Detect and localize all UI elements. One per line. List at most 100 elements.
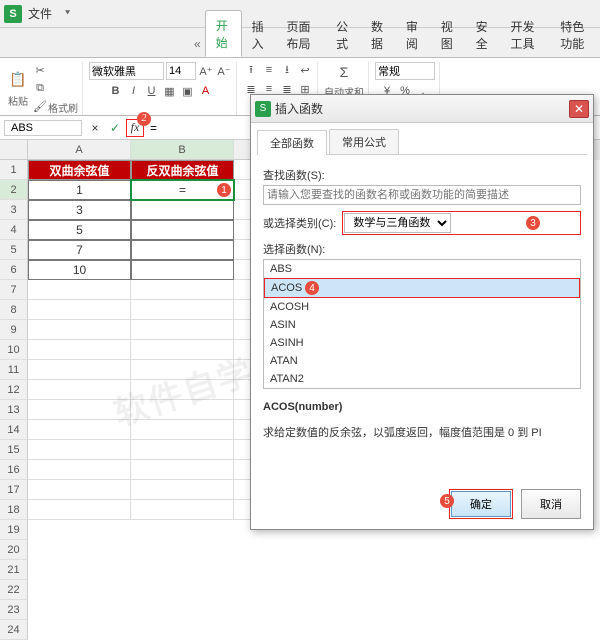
function-item[interactable]: ACOSH — [264, 298, 580, 316]
decrease-font-icon[interactable]: A⁻ — [216, 63, 232, 79]
cell[interactable] — [28, 340, 131, 360]
ok-button[interactable]: 确定 — [451, 491, 511, 517]
tab-formula[interactable]: 公式 — [326, 12, 361, 57]
bold-icon[interactable]: B — [108, 83, 124, 99]
tab-security[interactable]: 安全 — [466, 12, 501, 57]
function-item-selected[interactable]: ACOS — [264, 278, 580, 298]
function-item[interactable]: ASINH — [264, 334, 580, 352]
wrap-text-icon[interactable]: ↩ — [297, 62, 313, 78]
cell[interactable]: 反双曲余弦值 — [131, 160, 234, 180]
increase-font-icon[interactable]: A⁺ — [198, 63, 214, 79]
dialog-titlebar[interactable]: S 插入函数 ✕ — [251, 95, 593, 123]
menu-file[interactable]: 文件 — [22, 5, 58, 22]
cell[interactable] — [28, 420, 131, 440]
tab-layout[interactable]: 页面布局 — [276, 12, 326, 57]
align-top-icon[interactable]: ⭱ — [243, 62, 259, 78]
cell[interactable] — [131, 380, 234, 400]
cell[interactable] — [131, 460, 234, 480]
row-header[interactable]: 10 — [0, 340, 28, 360]
font-size-select[interactable] — [166, 62, 196, 80]
cell[interactable] — [28, 500, 131, 520]
row-header[interactable]: 13 — [0, 400, 28, 420]
font-color-icon[interactable]: A — [198, 83, 214, 99]
tab-view[interactable]: 视图 — [431, 12, 466, 57]
row-header[interactable]: 16 — [0, 460, 28, 480]
row-header[interactable]: 5 — [0, 240, 28, 260]
name-box[interactable] — [4, 120, 82, 136]
row-header[interactable]: 21 — [0, 560, 28, 580]
cell[interactable] — [131, 240, 234, 260]
italic-icon[interactable]: I — [126, 83, 142, 99]
row-header[interactable]: 18 — [0, 500, 28, 520]
formula-cancel-icon[interactable]: × — [86, 119, 104, 137]
cell[interactable] — [28, 380, 131, 400]
row-header[interactable]: 23 — [0, 600, 28, 620]
font-name-select[interactable] — [89, 62, 164, 80]
cell[interactable]: 双曲余弦值 — [28, 160, 131, 180]
row-header[interactable]: 9 — [0, 320, 28, 340]
cell[interactable] — [131, 400, 234, 420]
cell[interactable] — [131, 500, 234, 520]
fill-color-icon[interactable]: ▣ — [180, 83, 196, 99]
select-all-corner[interactable] — [0, 140, 28, 160]
cell[interactable]: 7 — [28, 240, 131, 260]
formula-accept-icon[interactable]: ✓ — [106, 119, 124, 137]
col-header[interactable]: A — [28, 140, 131, 160]
row-header[interactable]: 17 — [0, 480, 28, 500]
row-header[interactable]: 22 — [0, 580, 28, 600]
cancel-button[interactable]: 取消 — [521, 489, 581, 519]
cell[interactable]: 3 — [28, 200, 131, 220]
underline-icon[interactable]: U — [144, 83, 160, 99]
dialog-tab-common[interactable]: 常用公式 — [329, 129, 399, 154]
cell[interactable] — [131, 320, 234, 340]
number-format-select[interactable] — [375, 62, 435, 80]
row-header[interactable]: 20 — [0, 540, 28, 560]
dialog-close-button[interactable]: ✕ — [569, 100, 589, 118]
cell[interactable]: 5 — [28, 220, 131, 240]
cell[interactable] — [131, 480, 234, 500]
cell[interactable]: 10 — [28, 260, 131, 280]
autosum-icon[interactable]: Σ — [334, 62, 354, 82]
row-header[interactable]: 12 — [0, 380, 28, 400]
row-header[interactable]: 8 — [0, 300, 28, 320]
row-header[interactable]: 15 — [0, 440, 28, 460]
category-select[interactable]: 数学与三角函数 — [344, 213, 451, 233]
format-painter-icon[interactable]: 🖌 — [32, 99, 48, 115]
cell[interactable] — [131, 260, 234, 280]
row-header[interactable]: 4 — [0, 220, 28, 240]
tab-dev[interactable]: 开发工具 — [501, 12, 551, 57]
tabs-chevron-icon[interactable]: « — [190, 31, 205, 57]
active-cell[interactable]: = 1 — [131, 180, 234, 200]
cell[interactable] — [131, 340, 234, 360]
cell[interactable] — [28, 280, 131, 300]
row-header[interactable]: 14 — [0, 420, 28, 440]
cell[interactable]: 1 — [28, 180, 131, 200]
row-header[interactable]: 7 — [0, 280, 28, 300]
align-middle-icon[interactable]: ≡ — [261, 62, 277, 78]
menu-dropdown-icon[interactable]: ⯆ — [58, 8, 77, 19]
row-header[interactable]: 2 — [0, 180, 28, 200]
cell[interactable] — [131, 200, 234, 220]
cut-icon[interactable]: ✂ — [32, 62, 48, 78]
cell[interactable] — [131, 280, 234, 300]
cell[interactable] — [131, 360, 234, 380]
row-header[interactable]: 24 — [0, 620, 28, 640]
tab-data[interactable]: 数据 — [361, 12, 396, 57]
cell[interactable] — [28, 440, 131, 460]
cell[interactable] — [28, 300, 131, 320]
row-header[interactable]: 11 — [0, 360, 28, 380]
row-header[interactable]: 6 — [0, 260, 28, 280]
tab-insert[interactable]: 插入 — [242, 12, 277, 57]
align-bottom-icon[interactable]: ⭳ — [279, 62, 295, 78]
insert-function-button[interactable]: fx — [126, 119, 144, 137]
cell[interactable] — [131, 420, 234, 440]
cell[interactable] — [28, 480, 131, 500]
cell[interactable] — [28, 400, 131, 420]
tab-feature[interactable]: 特色功能 — [550, 12, 600, 57]
function-item[interactable]: ATANH — [264, 388, 580, 389]
paste-icon[interactable]: 📋 — [8, 70, 28, 90]
function-item[interactable]: ATAN — [264, 352, 580, 370]
row-header[interactable]: 19 — [0, 520, 28, 540]
function-search-input[interactable] — [263, 185, 581, 205]
function-item[interactable]: ABS — [264, 260, 580, 278]
